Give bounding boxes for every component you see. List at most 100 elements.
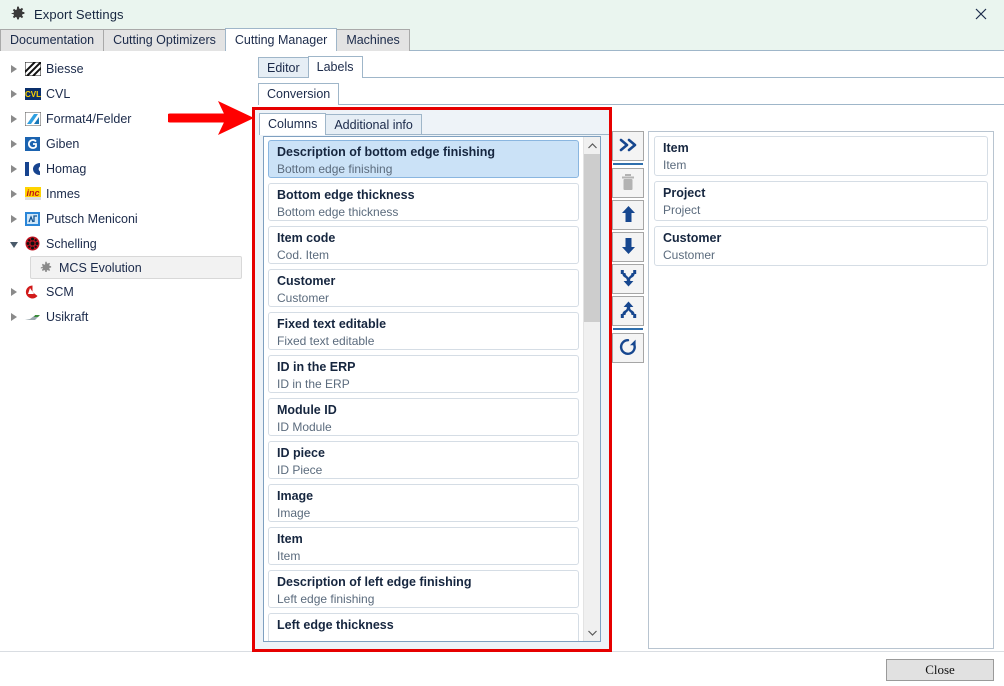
- tree-item-label: CVL: [46, 86, 71, 101]
- list-item-subtitle: Item: [277, 549, 301, 563]
- transfer-toolbar: [612, 131, 646, 363]
- tree-item-inmes[interactable]: inc Inmes: [0, 181, 248, 206]
- available-columns-list[interactable]: Description of bottom edge finishing Bott…: [263, 136, 601, 642]
- chevron-right-icon[interactable]: [6, 186, 22, 202]
- list-item-subtitle: Bottom edge thickness: [277, 205, 399, 219]
- list-item[interactable]: Left edge thickness: [268, 613, 579, 641]
- tree-item-mcs-evolution[interactable]: MCS Evolution: [30, 256, 242, 279]
- export-settings-window: Export Settings Documentation Cutting Opt…: [0, 0, 1004, 686]
- chevron-right-icon[interactable]: [6, 61, 22, 77]
- selected-columns-list[interactable]: Item Item Project Project Customer Customer: [648, 131, 994, 649]
- homag-logo-icon: [24, 161, 41, 177]
- scrollbar-thumb[interactable]: [584, 154, 600, 322]
- tree-item-label: Usikraft: [46, 309, 89, 324]
- scroll-up-button[interactable]: [584, 137, 600, 154]
- list-item-title: Project: [663, 186, 706, 200]
- tree-item-biesse[interactable]: Biesse: [0, 56, 248, 81]
- tab-conversion[interactable]: Conversion: [258, 83, 340, 105]
- tab-cutting-manager[interactable]: Cutting Manager: [224, 28, 338, 51]
- tab-labels[interactable]: Labels: [307, 56, 363, 78]
- double-chevron-right-icon: [618, 137, 638, 156]
- footer-bar: Close: [0, 651, 1004, 686]
- tree-item-putsch-meniconi[interactable]: Putsch Meniconi: [0, 206, 248, 231]
- tab-machines[interactable]: Machines: [336, 29, 410, 51]
- scroll-down-button[interactable]: [584, 624, 600, 641]
- list-item[interactable]: ID in the ERP ID in the ERP: [268, 355, 579, 393]
- tree-item-label: MCS Evolution: [59, 260, 142, 275]
- list-item[interactable]: Customer Customer: [268, 269, 579, 307]
- tree-item-scm[interactable]: SCM: [0, 279, 248, 304]
- list-item-title: Fixed text editable: [277, 317, 387, 331]
- list-item-title: Left edge thickness: [277, 618, 394, 632]
- list-item-title: Bottom edge thickness: [277, 188, 415, 202]
- svg-text:CVL: CVL: [25, 90, 41, 99]
- add-all-button[interactable]: [612, 131, 644, 161]
- list-item-title: Customer: [277, 274, 336, 288]
- tree-item-label: Biesse: [46, 61, 84, 76]
- list-item-subtitle: Customer: [663, 248, 716, 262]
- list-item-title: Description of bottom edge finishing: [277, 145, 496, 159]
- tab-documentation[interactable]: Documentation: [0, 29, 105, 51]
- main-tab-strip: Documentation Cutting Optimizers Cutting M…: [0, 28, 1004, 51]
- tree-item-label: SCM: [46, 284, 74, 299]
- list-item[interactable]: Customer Customer: [654, 226, 988, 266]
- merge-button[interactable]: [612, 264, 644, 294]
- list-item-subtitle: ID Module: [277, 420, 332, 434]
- split-up-icon: [620, 301, 637, 322]
- chevron-right-icon[interactable]: [6, 111, 22, 127]
- list-item-subtitle: ID in the ERP: [277, 377, 350, 391]
- available-columns-scrollbar[interactable]: [583, 137, 600, 641]
- list-item[interactable]: Description of left edge finishing Left e…: [268, 570, 579, 608]
- list-item-subtitle: Bottom edge finishing: [277, 162, 393, 176]
- tab-cutting-optimizers[interactable]: Cutting Optimizers: [103, 29, 226, 51]
- chevron-down-icon[interactable]: [6, 236, 22, 252]
- move-down-button[interactable]: [612, 232, 644, 262]
- machine-tree: Biesse CVL CVL Format4/Felder Giben Homag inc I…: [0, 51, 248, 686]
- list-item[interactable]: Item Item: [654, 136, 988, 176]
- list-item-title: ID in the ERP: [277, 360, 356, 374]
- list-item[interactable]: Item Item: [268, 527, 579, 565]
- list-item[interactable]: Image Image: [268, 484, 579, 522]
- move-up-button[interactable]: [612, 200, 644, 230]
- gear-icon: [9, 6, 26, 23]
- tab-additional-info[interactable]: Additional info: [325, 114, 422, 135]
- editor-tab-strip: Editor Labels: [258, 56, 1004, 78]
- refresh-button[interactable]: [612, 333, 644, 363]
- refresh-icon: [619, 338, 637, 359]
- tree-item-homag[interactable]: Homag: [0, 156, 248, 181]
- list-item[interactable]: Project Project: [654, 181, 988, 221]
- list-item[interactable]: Description of bottom edge finishing Bott…: [268, 140, 579, 178]
- toolbar-separator: [613, 328, 643, 330]
- list-item[interactable]: Module ID ID Module: [268, 398, 579, 436]
- list-item-subtitle: Customer: [277, 291, 330, 305]
- tree-item-schelling[interactable]: Schelling: [0, 231, 248, 256]
- chevron-right-icon[interactable]: [6, 284, 22, 300]
- chevron-right-icon[interactable]: [6, 211, 22, 227]
- list-item-title: Image: [277, 489, 314, 503]
- list-item[interactable]: Fixed text editable Fixed text editable: [268, 312, 579, 350]
- list-item[interactable]: Item code Cod. Item: [268, 226, 579, 264]
- close-button[interactable]: Close: [886, 659, 994, 681]
- title-bar: Export Settings: [0, 0, 1004, 28]
- tab-editor[interactable]: Editor: [258, 57, 309, 78]
- conversion-tab-strip: Conversion: [258, 83, 1004, 105]
- list-item-subtitle: Fixed text editable: [277, 334, 375, 348]
- list-item-title: Item: [663, 141, 689, 155]
- chevron-right-icon[interactable]: [6, 136, 22, 152]
- list-item-subtitle: ID Piece: [277, 463, 323, 477]
- split-button[interactable]: [612, 296, 644, 326]
- close-icon[interactable]: [958, 0, 1004, 28]
- tree-item-label: Giben: [46, 136, 80, 151]
- chevron-right-icon[interactable]: [6, 86, 22, 102]
- tree-item-usikraft[interactable]: Usikraft: [0, 304, 248, 329]
- giben-logo-icon: [24, 136, 41, 152]
- tab-columns[interactable]: Columns: [259, 113, 327, 135]
- columns-panel: Columns Additional info Description of bo…: [255, 110, 609, 649]
- list-item-title: Customer: [663, 231, 722, 245]
- list-item[interactable]: Bottom edge thickness Bottom edge thickne…: [268, 183, 579, 221]
- list-item[interactable]: ID piece ID Piece: [268, 441, 579, 479]
- scm-logo-icon: [24, 284, 41, 300]
- chevron-right-icon[interactable]: [6, 309, 22, 325]
- tree-item-label: Inmes: [46, 186, 81, 201]
- chevron-right-icon[interactable]: [6, 161, 22, 177]
